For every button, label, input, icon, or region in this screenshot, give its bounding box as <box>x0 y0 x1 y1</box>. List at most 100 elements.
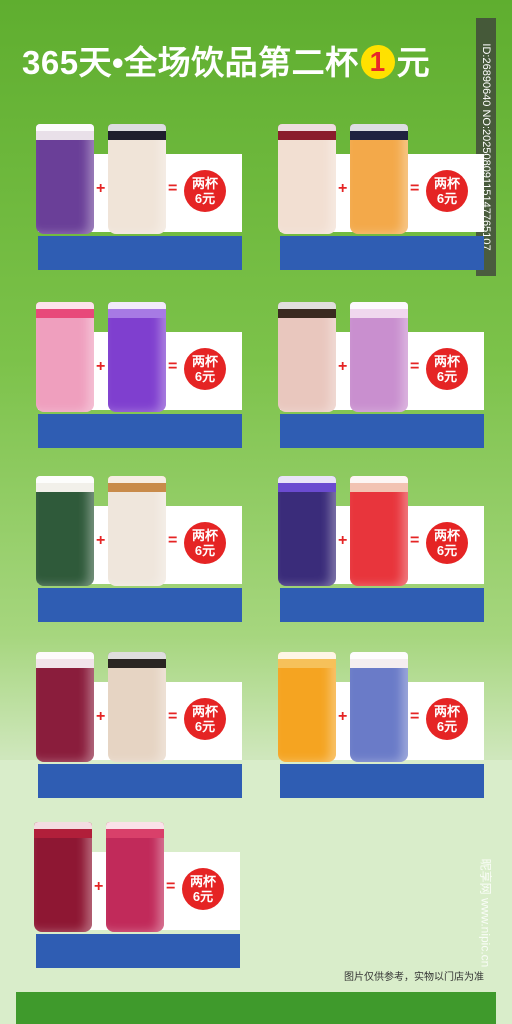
equals-sign: = <box>168 532 178 549</box>
badge-line2: 6元 <box>436 369 458 384</box>
price-badge: 两杯 6元 <box>426 348 468 390</box>
badge-line1: 两杯 <box>433 528 460 543</box>
drink-cup-image <box>278 302 336 412</box>
equals-sign: = <box>410 532 420 549</box>
card-bar <box>38 588 242 622</box>
cup-rim <box>36 302 94 309</box>
badge-line2: 6元 <box>436 191 458 206</box>
title-prefix: 365天•全场饮品第二杯 <box>22 44 359 81</box>
title-highlight: 1 <box>360 45 395 80</box>
equals-sign: = <box>168 358 178 375</box>
card-bar <box>280 414 484 448</box>
price-badge: 两杯 6元 <box>182 868 224 910</box>
drink-cup-image <box>278 652 336 762</box>
price-badge: 两杯 6元 <box>426 522 468 564</box>
cup-rim <box>108 652 166 659</box>
cup-rim <box>36 476 94 483</box>
drink-cup-image <box>108 652 166 762</box>
drink-card-1[interactable]: + = 两杯 6元 <box>36 118 242 270</box>
cup-rim <box>278 476 336 483</box>
drink-cup-image <box>108 476 166 586</box>
badge-line1: 两杯 <box>191 354 218 369</box>
plus-sign: + <box>96 532 106 549</box>
badge-line1: 两杯 <box>191 176 218 191</box>
price-badge: 两杯 6元 <box>426 170 468 212</box>
bottom-bar <box>16 992 496 1024</box>
plus-sign: + <box>338 708 348 725</box>
drink-cup-image <box>36 652 94 762</box>
cup-rim <box>350 302 408 309</box>
equals-sign: = <box>410 708 420 725</box>
plus-sign: + <box>338 358 348 375</box>
equals-sign: = <box>166 878 176 895</box>
cup-rim <box>278 652 336 659</box>
card-bar <box>280 588 484 622</box>
footnote: 图片仅供参考，实物以门店为准 <box>344 972 484 983</box>
promo-title: 365天•全场饮品第二杯 1 元 <box>22 36 430 84</box>
cup-rim <box>350 124 408 131</box>
drink-cup-image <box>108 302 166 412</box>
cup-rim <box>350 652 408 659</box>
watermark: 昵享网 www.nipic.cn <box>474 812 498 1014</box>
drink-cup-image <box>36 476 94 586</box>
badge-line2: 6元 <box>192 889 214 904</box>
card-bar <box>36 934 240 968</box>
badge-line1: 两杯 <box>191 528 218 543</box>
drink-cup-image <box>106 822 164 932</box>
plus-sign: + <box>96 708 106 725</box>
price-badge: 两杯 6元 <box>184 348 226 390</box>
plus-sign: + <box>96 180 106 197</box>
badge-line1: 两杯 <box>189 874 216 889</box>
plus-sign: + <box>338 180 348 197</box>
badge-line2: 6元 <box>436 543 458 558</box>
cup-rim <box>108 124 166 131</box>
drink-card-8[interactable]: + = 两杯 6元 <box>278 646 484 798</box>
drink-cup-image <box>350 476 408 586</box>
drink-card-4[interactable]: + = 两杯 6元 <box>278 296 484 448</box>
equals-sign: = <box>410 358 420 375</box>
equals-sign: = <box>410 180 420 197</box>
badge-line2: 6元 <box>194 543 216 558</box>
drink-card-2[interactable]: + = 两杯 6元 <box>278 118 484 270</box>
cup-rim <box>36 652 94 659</box>
drink-cup-image <box>278 124 336 234</box>
drink-card-7[interactable]: + = 两杯 6元 <box>36 646 242 798</box>
cup-rim <box>278 302 336 309</box>
title-suffix: 元 <box>396 44 431 81</box>
badge-line1: 两杯 <box>433 354 460 369</box>
plus-sign: + <box>94 878 104 895</box>
badge-line2: 6元 <box>194 191 216 206</box>
cup-rim <box>34 822 92 829</box>
drink-cup-image <box>34 822 92 932</box>
card-bar <box>38 414 242 448</box>
plus-sign: + <box>338 532 348 549</box>
price-badge: 两杯 6元 <box>184 698 226 740</box>
equals-sign: = <box>168 708 178 725</box>
card-bar <box>38 764 242 798</box>
card-bar <box>280 236 484 270</box>
price-badge: 两杯 6元 <box>184 170 226 212</box>
drink-card-9[interactable]: + = 两杯 6元 <box>34 816 240 968</box>
badge-line1: 两杯 <box>433 704 460 719</box>
cup-rim <box>108 302 166 309</box>
card-bar <box>38 236 242 270</box>
drink-card-6[interactable]: + = 两杯 6元 <box>278 470 484 622</box>
drink-cup-image <box>350 652 408 762</box>
cup-rim <box>350 476 408 483</box>
drink-cup-image <box>36 124 94 234</box>
badge-line1: 两杯 <box>433 176 460 191</box>
plus-sign: + <box>96 358 106 375</box>
cup-rim <box>106 822 164 829</box>
drink-cup-image <box>350 124 408 234</box>
equals-sign: = <box>168 180 178 197</box>
watermark-text: 昵享网 www.nipic.cn <box>478 858 493 968</box>
drink-cup-image <box>108 124 166 234</box>
drink-cup-image <box>278 476 336 586</box>
badge-line1: 两杯 <box>191 704 218 719</box>
drink-card-5[interactable]: + = 两杯 6元 <box>36 470 242 622</box>
badge-line2: 6元 <box>194 369 216 384</box>
price-badge: 两杯 6元 <box>184 522 226 564</box>
cup-rim <box>108 476 166 483</box>
drink-cup-image <box>350 302 408 412</box>
drink-card-3[interactable]: + = 两杯 6元 <box>36 296 242 448</box>
